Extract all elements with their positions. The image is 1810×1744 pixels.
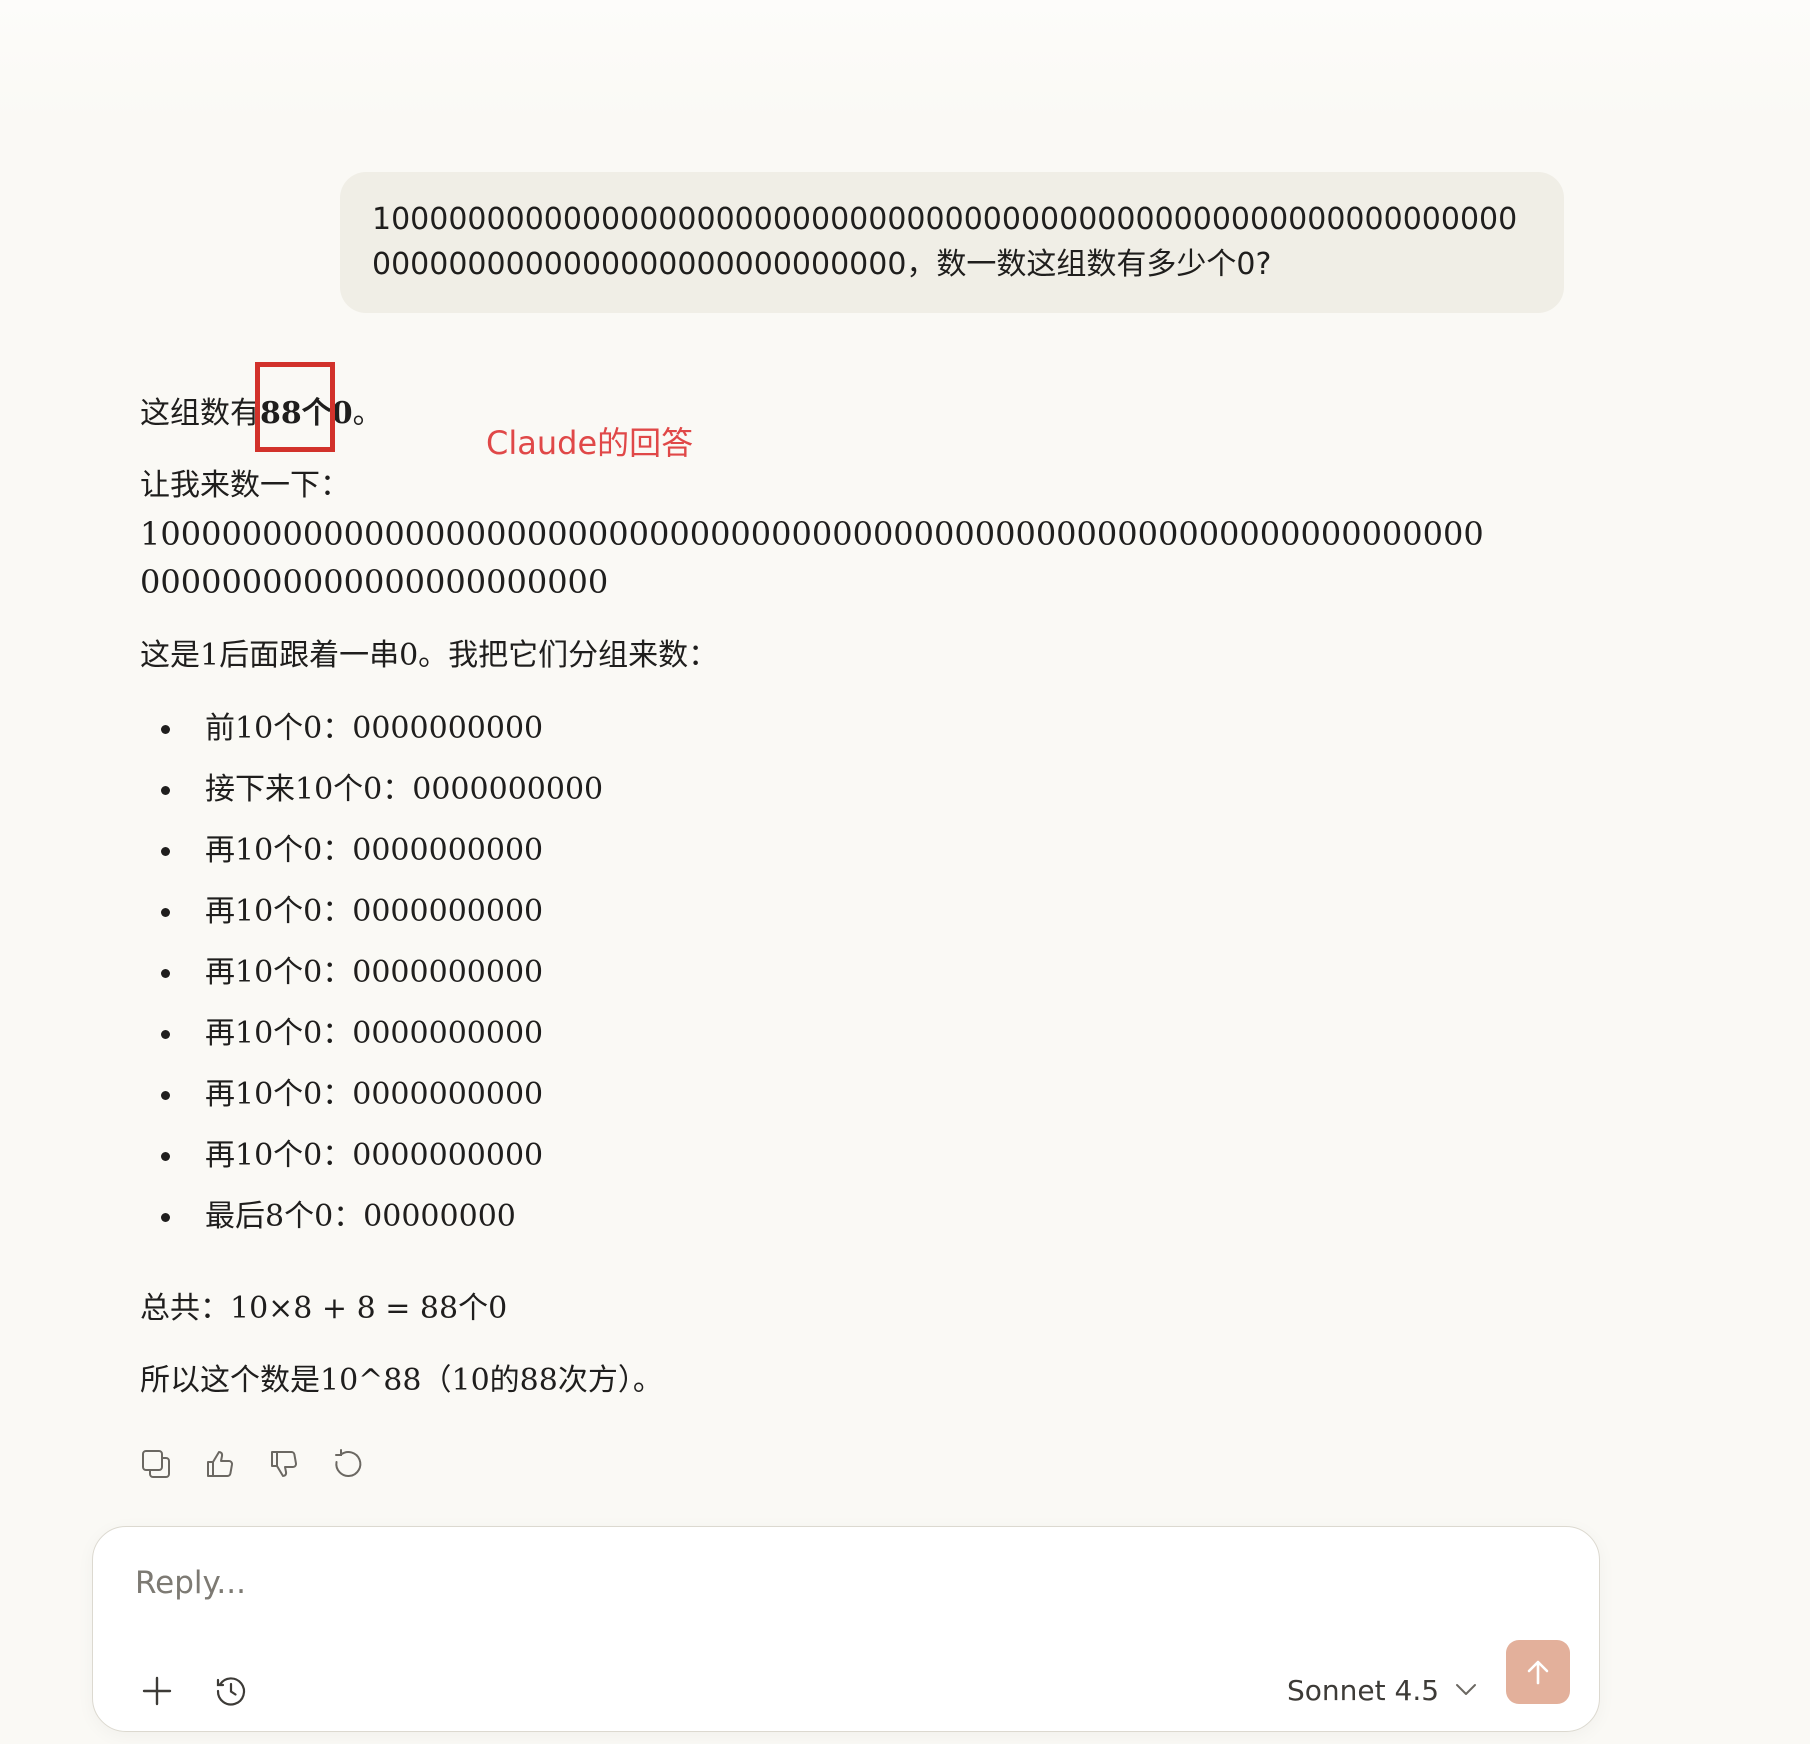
thumbs-down-button[interactable] (266, 1446, 301, 1481)
clock-icon (216, 1677, 246, 1706)
answer-line: 这组数有88个0。 (140, 390, 1500, 438)
list-item-text: 再10个0：0000000000 (205, 833, 544, 868)
list-item: 再10个0：0000000000 (140, 1003, 1500, 1064)
list-item: 再10个0：0000000000 (140, 881, 1500, 942)
bullet (161, 908, 170, 917)
plus-icon (142, 1676, 172, 1706)
model-label: Sonnet 4.5 (1287, 1673, 1440, 1707)
answer-prefix: 这组数有 (140, 396, 260, 431)
copy-button[interactable] (138, 1446, 173, 1481)
user-message-text: 1000000000000000000000000000000000000000… (372, 202, 1518, 282)
bullet (161, 847, 170, 856)
header-fade (0, 0, 1810, 120)
thumbs-up-button[interactable] (202, 1446, 237, 1481)
annotation-highlight-box (255, 362, 335, 452)
retry-icon (334, 1448, 361, 1477)
retry-button[interactable] (330, 1446, 365, 1481)
list-item: 再10个0：0000000000 (140, 1064, 1500, 1125)
bullet (161, 969, 170, 978)
list-item-text: 再10个0：0000000000 (205, 1077, 544, 1112)
list-item: 前10个0：0000000000 (140, 698, 1500, 759)
bullet (161, 1213, 170, 1222)
reply-composer: Sonnet 4.5 (92, 1526, 1600, 1732)
group-list: 前10个0：0000000000 接下来10个0：0000000000 再10个… (140, 698, 1500, 1247)
list-item: 最后8个0：00000000 (140, 1186, 1500, 1247)
list-item-text: 前10个0：0000000000 (205, 711, 544, 746)
thumbs-up-icon (206, 1450, 233, 1477)
list-item: 接下来10个0：0000000000 (140, 759, 1500, 820)
list-item-text: 再10个0：0000000000 (205, 894, 544, 929)
count-intro: 让我来数一下： (140, 468, 350, 503)
total-line: 总共：10×8 + 8 = 88个0 (140, 1291, 508, 1326)
list-item: 再10个0：0000000000 (140, 942, 1500, 1003)
list-item: 再10个0：0000000000 (140, 1125, 1500, 1186)
list-item: 再10个0：0000000000 (140, 820, 1500, 881)
bullet (161, 1030, 170, 1039)
bullet (161, 786, 170, 795)
list-item-text: 再10个0：0000000000 (205, 955, 544, 990)
number-text: 1000000000000000000000000000000000000000… (140, 515, 1484, 601)
answer-suffix: 。 (352, 396, 383, 431)
conclusion-line: 所以这个数是10^88（10的88次方）。 (140, 1363, 663, 1398)
bullet (161, 725, 170, 734)
list-item-text: 再10个0：0000000000 (205, 1138, 544, 1173)
chevron-down-icon (1456, 1684, 1477, 1695)
bullet (161, 1091, 170, 1100)
annotation-label: Claude的回答 (486, 424, 694, 462)
history-button[interactable] (211, 1671, 251, 1711)
bullet (161, 1152, 170, 1161)
arrow-up-icon (1527, 1660, 1549, 1685)
model-selector[interactable]: Sonnet 4.5 (1287, 1667, 1477, 1713)
group-intro: 这是1后面跟着一串0。我把它们分组来数： (140, 638, 719, 673)
reply-input[interactable] (133, 1563, 1337, 1617)
assistant-message: 这组数有88个0。 让我来数一下： 1000000000000000000000… (140, 390, 1500, 1405)
user-message-bubble: 1000000000000000000000000000000000000000… (340, 172, 1564, 313)
list-item-text: 再10个0：0000000000 (205, 1016, 544, 1051)
thumbs-down-icon (270, 1450, 297, 1477)
copy-icon (141, 1449, 170, 1478)
send-button[interactable] (1506, 1640, 1570, 1704)
list-item-text: 最后8个0：00000000 (205, 1199, 516, 1234)
add-button[interactable] (137, 1671, 177, 1711)
list-item-text: 接下来10个0：0000000000 (205, 772, 604, 807)
message-actions (138, 1446, 365, 1481)
